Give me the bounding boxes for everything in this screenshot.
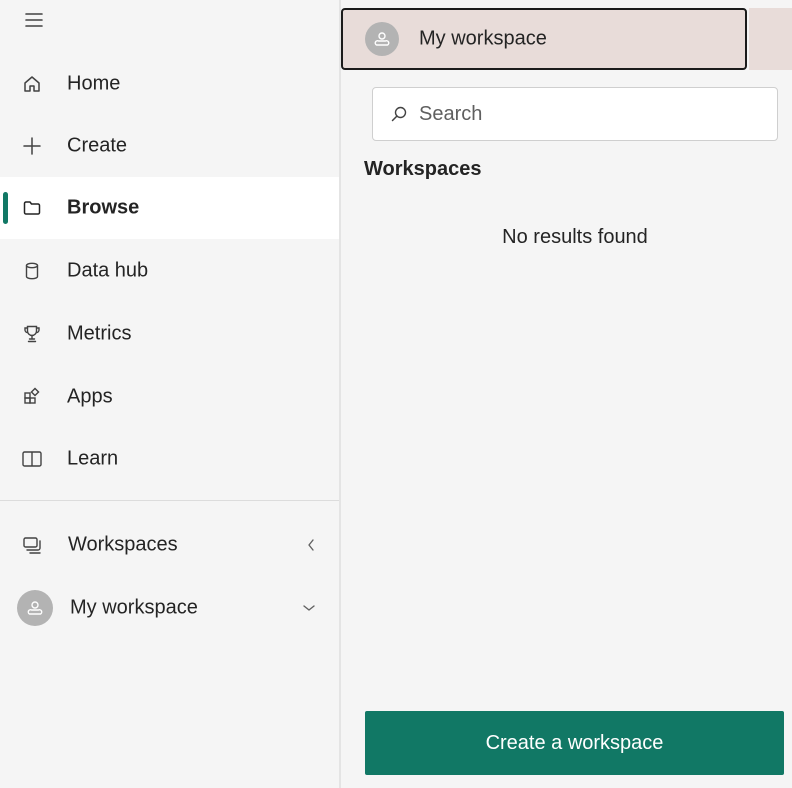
nav-item-label: Apps — [67, 385, 113, 408]
chevron-down-icon[interactable] — [300, 599, 318, 617]
nav-divider — [0, 500, 339, 501]
book-icon — [21, 448, 43, 470]
plus-icon — [21, 135, 43, 157]
nav-item-my-workspace[interactable]: My workspace — [0, 577, 339, 639]
left-nav: Home Create Browse Data hub Metrics Apps… — [0, 0, 339, 788]
avatar — [16, 589, 54, 627]
nav-item-apps[interactable]: Apps — [0, 366, 339, 428]
nav-item-label: Workspaces — [68, 533, 178, 556]
nav-item-label: Create — [67, 134, 128, 157]
create-workspace-button[interactable]: Create a workspace — [365, 711, 784, 775]
person-icon — [17, 590, 53, 626]
nav-item-home[interactable]: Home — [0, 53, 339, 115]
nav-item-learn[interactable]: Learn — [0, 428, 339, 490]
trophy-icon — [21, 323, 43, 345]
nav-item-create[interactable]: Create — [0, 115, 339, 177]
nav-item-label: Data hub — [67, 259, 149, 282]
empty-state-text: No results found — [502, 226, 648, 248]
search-icon — [389, 104, 409, 124]
nav-item-metrics[interactable]: Metrics — [0, 303, 339, 365]
nav-item-data-hub[interactable]: Data hub — [0, 240, 339, 302]
app-root: Home Create Browse Data hub Metrics Apps… — [0, 0, 792, 788]
nav-item-label: Browse — [67, 196, 140, 219]
active-indicator — [3, 192, 8, 224]
hamburger-menu-icon[interactable] — [22, 8, 46, 32]
chevron-left-icon[interactable] — [302, 536, 320, 554]
search-input[interactable] — [419, 88, 769, 140]
nav-item-label: Metrics — [67, 322, 132, 345]
my-workspace-header-button[interactable]: My workspace — [341, 8, 747, 70]
nav-item-label: Home — [67, 72, 121, 95]
home-icon — [21, 73, 43, 95]
workspace-search-box[interactable] — [372, 87, 778, 141]
database-icon — [21, 260, 43, 282]
section-title: Workspaces — [364, 158, 482, 180]
nav-item-workspaces[interactable]: Workspaces — [0, 514, 339, 576]
header-label: My workspace — [419, 27, 547, 50]
person-icon — [365, 22, 399, 56]
nav-item-label: My workspace — [70, 596, 198, 619]
header-band — [749, 8, 792, 70]
folder-icon — [21, 197, 43, 219]
apps-icon — [21, 386, 43, 408]
nav-item-label: Learn — [67, 447, 119, 470]
workspaces-icon — [21, 534, 43, 556]
nav-item-browse[interactable]: Browse — [0, 177, 339, 239]
